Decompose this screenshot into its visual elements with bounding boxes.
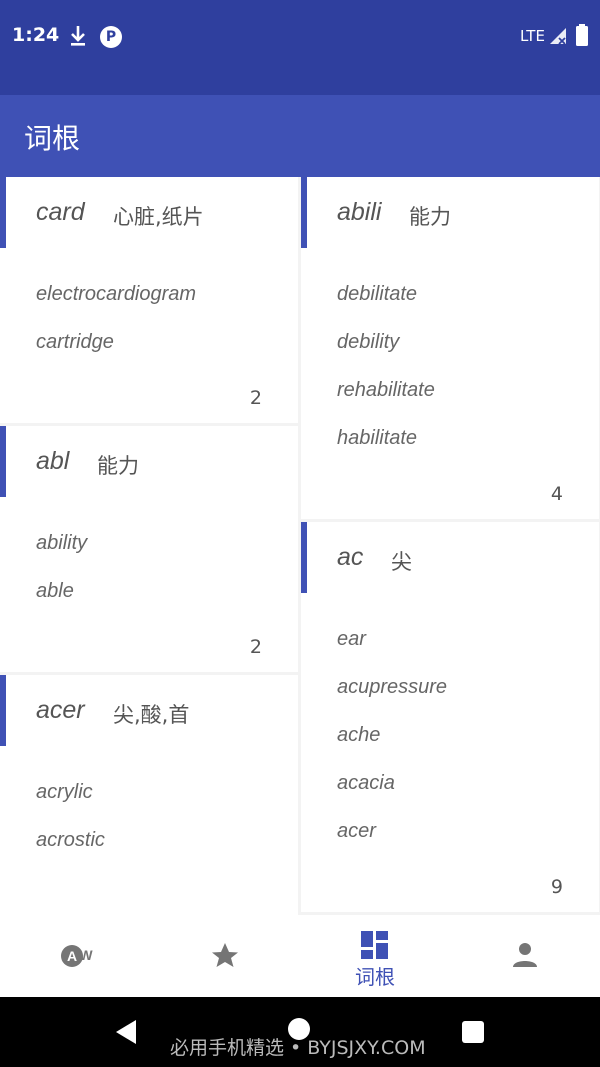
example-word[interactable]: cartridge	[36, 331, 298, 379]
root-card[interactable]: abl 能力 ability able 2	[0, 426, 298, 672]
root-card-header: ac 尖	[301, 522, 599, 594]
example-word[interactable]: rehabilitate	[337, 379, 599, 427]
system-navigation-bar: 必用手机精选 • BYJSJXY.COM	[0, 997, 600, 1067]
example-word-list: electrocardiogram cartridge	[0, 249, 298, 379]
card-accent-bar	[0, 426, 6, 497]
card-accent-bar	[301, 177, 307, 248]
root-card-header: abl 能力	[0, 426, 298, 498]
svg-text:A: A	[67, 948, 77, 964]
bottom-navigation: A W 词根	[0, 915, 600, 997]
example-word[interactable]: electrocardiogram	[36, 283, 298, 331]
nav-label-roots: 词根	[355, 965, 395, 989]
nav-item-favorites[interactable]	[150, 915, 300, 997]
left-column: card 心脏,纸片 electrocardiogram cartridge 2 abl 能…	[0, 177, 298, 915]
person-icon	[513, 943, 537, 967]
root-card[interactable]: ac 尖 ear acupressure ache acacia acer 9	[301, 522, 599, 912]
notification-p-icon: P	[100, 26, 122, 48]
root-card-header: card 心脏,纸片	[0, 177, 298, 249]
word-count: 2	[249, 636, 262, 658]
root-term: abili	[337, 198, 382, 226]
example-word-list: debilitate debility rehabilitate habilitate	[301, 249, 599, 475]
root-card[interactable]: abili 能力 debilitate debility rehabilitate hab…	[301, 177, 599, 519]
download-icon	[71, 26, 85, 46]
word-count	[0, 871, 298, 915]
root-meaning: 尖,酸,首	[113, 703, 190, 727]
status-time: 1:24	[12, 24, 60, 46]
root-meaning: 心脏,纸片	[113, 205, 204, 229]
example-word[interactable]: acrostic	[36, 829, 298, 877]
root-meaning: 能力	[97, 454, 139, 478]
example-word[interactable]: acacia	[337, 772, 599, 820]
example-word[interactable]: ache	[337, 724, 599, 772]
root-term: acer	[36, 696, 85, 724]
nav-item-roots[interactable]: 词根	[300, 915, 450, 997]
example-word[interactable]: acupressure	[337, 676, 599, 724]
example-word[interactable]: debility	[337, 331, 599, 379]
right-column: abili 能力 debilitate debility rehabilitate hab…	[301, 177, 599, 915]
svg-text:W: W	[79, 947, 93, 963]
card-accent-bar	[0, 675, 6, 746]
word-count: 9	[550, 876, 563, 898]
card-accent-bar	[301, 522, 307, 593]
aw-icon: A W	[61, 945, 93, 967]
example-word-list: acrylic acrostic	[0, 747, 298, 877]
back-icon[interactable]	[114, 1019, 138, 1045]
root-term: ac	[337, 543, 364, 571]
example-word-list: ear acupressure ache acacia acer	[301, 594, 599, 868]
example-word[interactable]: ability	[36, 532, 298, 580]
example-word-list: ability able	[0, 498, 298, 628]
root-term: card	[36, 198, 85, 226]
root-meaning: 能力	[409, 205, 451, 229]
signal-icon	[550, 28, 566, 45]
status-bar: 1:24 P LTE	[0, 0, 600, 95]
root-card-header: acer 尖,酸,首	[0, 675, 298, 747]
example-word[interactable]: acrylic	[36, 781, 298, 829]
battery-icon	[576, 24, 588, 46]
star-icon	[212, 943, 238, 967]
recent-apps-icon[interactable]	[462, 1021, 484, 1043]
example-word[interactable]: ear	[337, 628, 599, 676]
example-word[interactable]: able	[36, 580, 298, 628]
example-word[interactable]: debilitate	[337, 283, 599, 331]
app-bar: 词根	[0, 95, 600, 177]
word-count: 4	[550, 483, 563, 505]
root-card-header: abili 能力	[301, 177, 599, 249]
card-accent-bar	[0, 177, 6, 248]
example-word[interactable]: habilitate	[337, 427, 599, 475]
watermark: 必用手机精选 • BYJSJXY.COM	[170, 1037, 426, 1059]
word-count: 2	[249, 387, 262, 409]
root-meaning: 尖	[391, 550, 412, 574]
root-term: abl	[36, 447, 70, 475]
nav-item-profile[interactable]	[450, 915, 600, 997]
nav-item-words[interactable]: A W	[0, 915, 150, 997]
root-list[interactable]: card 心脏,纸片 electrocardiogram cartridge 2 abl 能…	[0, 177, 600, 915]
example-word[interactable]: acer	[337, 820, 599, 868]
root-card[interactable]: card 心脏,纸片 electrocardiogram cartridge 2	[0, 177, 298, 423]
page-title: 词根	[24, 122, 81, 155]
network-type: LTE	[520, 27, 545, 45]
root-card[interactable]: acer 尖,酸,首 acrylic acrostic	[0, 675, 298, 915]
